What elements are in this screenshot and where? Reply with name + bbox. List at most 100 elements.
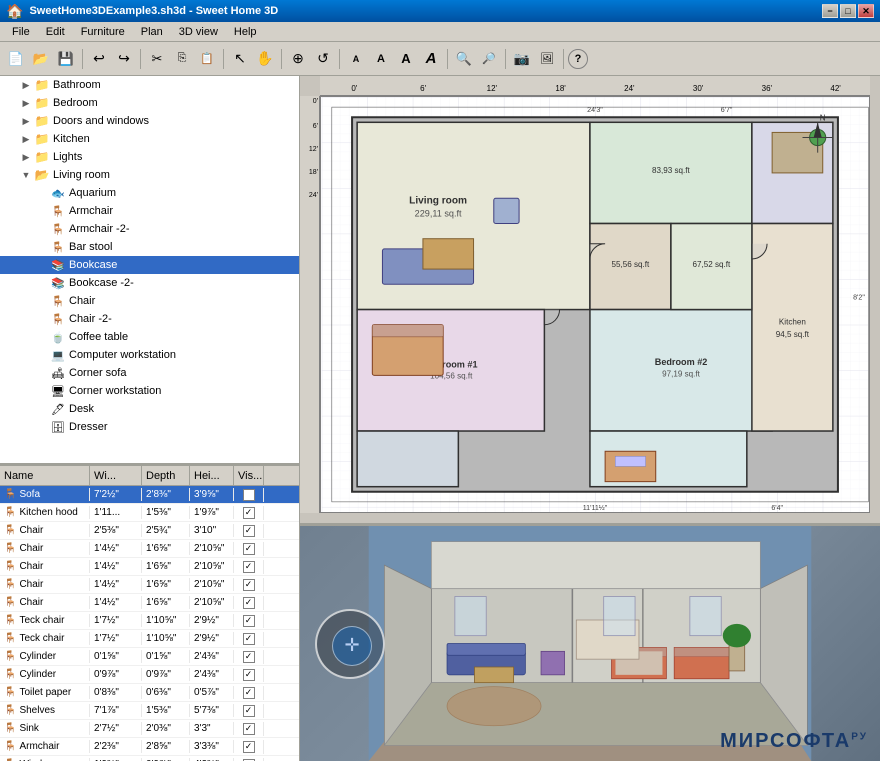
visibility-checkbox[interactable] <box>243 597 255 609</box>
view3d-area[interactable]: ✛ МИРСОФТАРУ <box>300 526 880 761</box>
tree-item-barstool[interactable]: 🪑 Bar stool <box>0 238 299 256</box>
cut-button[interactable]: ✂ <box>145 47 169 71</box>
camera-button[interactable]: 📷 <box>510 47 534 71</box>
tree-item-bookcase2[interactable]: 📚 Bookcase -2- <box>0 274 299 292</box>
visibility-checkbox[interactable] <box>243 705 255 717</box>
cell-visible[interactable] <box>234 704 264 718</box>
list-item[interactable]: 🪑 Chair 1'4½" 1'6⅝" 2'10⅝" <box>0 558 299 576</box>
tree-item-doors[interactable]: ▶ 📁 Doors and windows <box>0 112 299 130</box>
undo-button[interactable]: ↩ <box>87 47 111 71</box>
furniture-list[interactable]: Name Wi... Depth Hei... Vis... 🪑 Sofa 7'… <box>0 466 299 761</box>
menu-edit[interactable]: Edit <box>38 24 73 40</box>
col-header-visible[interactable]: Vis... <box>234 466 264 485</box>
cell-visible[interactable] <box>234 596 264 610</box>
list-item[interactable]: 🪑 Sofa 7'2½" 2'8⅜" 3'9⅝" <box>0 486 299 504</box>
open-button[interactable]: 📂 <box>29 47 53 71</box>
col-header-height[interactable]: Hei... <box>190 466 234 485</box>
cell-visible[interactable] <box>234 686 264 700</box>
text-size-xl-button[interactable]: A <box>419 47 443 71</box>
rotate-button[interactable]: ↺ <box>311 47 335 71</box>
visibility-checkbox[interactable] <box>243 615 255 627</box>
tree-item-bathroom[interactable]: ▶ 📁 Bathroom <box>0 76 299 94</box>
visibility-checkbox[interactable] <box>243 579 255 591</box>
tree-item-bedroom[interactable]: ▶ 📁 Bedroom <box>0 94 299 112</box>
list-item[interactable]: 🪑 Teck chair 1'7½" 1'10⅝" 2'9½" <box>0 630 299 648</box>
tree-item-chair2[interactable]: 🪑 Chair -2- <box>0 310 299 328</box>
cell-visible[interactable] <box>234 524 264 538</box>
tree-item-corner-ws[interactable]: 🖥 Corner workstation <box>0 382 299 400</box>
tree-item-armchair[interactable]: 🪑 Armchair <box>0 202 299 220</box>
cell-visible[interactable] <box>234 614 264 628</box>
save-button[interactable]: 💾 <box>54 47 78 71</box>
cell-visible[interactable] <box>234 488 264 502</box>
list-item[interactable]: 🪑 Window 1'9⅜" 0'9⅞" 4'2⅜" <box>0 756 299 761</box>
menu-plan[interactable]: Plan <box>133 24 171 40</box>
list-item[interactable]: 🪑 Teck chair 1'7½" 1'10⅝" 2'9½" <box>0 612 299 630</box>
visibility-checkbox[interactable] <box>243 651 255 663</box>
list-item[interactable]: 🪑 Armchair 2'2⅜" 2'8⅝" 3'3⅜" <box>0 738 299 756</box>
list-item[interactable]: 🪑 Chair 1'4½" 1'6⅝" 2'10⅝" <box>0 576 299 594</box>
cell-visible[interactable] <box>234 740 264 754</box>
list-item[interactable]: 🪑 Chair 2'5⅜" 2'5¾" 3'10" <box>0 522 299 540</box>
tree-expander-doors[interactable]: ▶ <box>18 113 34 129</box>
add-point-button[interactable]: ⊕ <box>286 47 310 71</box>
visibility-checkbox[interactable] <box>243 507 255 519</box>
text-size-s-button[interactable]: A <box>344 47 368 71</box>
tree-item-armchair2[interactable]: 🪑 Armchair -2- <box>0 220 299 238</box>
list-item[interactable]: 🪑 Kitchen hood 1'11... 1'5⅜" 1'9⅞" <box>0 504 299 522</box>
tree-item-bookcase[interactable]: 📚 Bookcase <box>0 256 299 274</box>
cell-visible[interactable] <box>234 560 264 574</box>
tree-expander-lights[interactable]: ▶ <box>18 149 34 165</box>
navigation-compass[interactable]: ✛ <box>315 609 385 679</box>
visibility-checkbox[interactable] <box>243 525 255 537</box>
tree-item-computer-ws[interactable]: 💻 Computer workstation <box>0 346 299 364</box>
tree-expander-kitchen[interactable]: ▶ <box>18 131 34 147</box>
visibility-checkbox[interactable] <box>243 741 255 753</box>
list-item[interactable]: 🪑 Shelves 7'1⅞" 1'5⅜" 5'7⅜" <box>0 702 299 720</box>
cell-visible[interactable] <box>234 668 264 682</box>
visibility-checkbox[interactable] <box>243 669 255 681</box>
visibility-checkbox[interactable] <box>243 633 255 645</box>
cell-visible[interactable] <box>234 506 264 520</box>
new-button[interactable]: 📄 <box>4 47 28 71</box>
visibility-checkbox[interactable] <box>243 723 255 735</box>
floor-plan-canvas[interactable]: Living room 229,11 sq.ft 83,93 sq.ft 55,… <box>320 96 870 513</box>
tree-expander-bedroom[interactable]: ▶ <box>18 95 34 111</box>
tree-expander-bathroom[interactable]: ▶ <box>18 77 34 93</box>
list-item[interactable]: 🪑 Cylinder 0'9⅞" 0'9⅞" 2'4⅜" <box>0 666 299 684</box>
cell-visible[interactable] <box>234 632 264 646</box>
redo-button[interactable]: ↪ <box>112 47 136 71</box>
maximize-button[interactable]: □ <box>840 4 856 18</box>
menu-furniture[interactable]: Furniture <box>73 24 133 40</box>
cell-visible[interactable] <box>234 722 264 736</box>
list-item[interactable]: 🪑 Sink 2'7½" 2'0⅜" 3'3" <box>0 720 299 738</box>
menu-3dview[interactable]: 3D view <box>171 24 226 40</box>
tree-item-dresser[interactable]: 🗄 Dresser <box>0 418 299 436</box>
cell-visible[interactable] <box>234 542 264 556</box>
select-tool-button[interactable]: ↖ <box>228 47 252 71</box>
tree-item-kitchen[interactable]: ▶ 📁 Kitchen <box>0 130 299 148</box>
menu-help[interactable]: Help <box>226 24 265 40</box>
tree-item-lights[interactable]: ▶ 📁 Lights <box>0 148 299 166</box>
tree-item-coffee-table[interactable]: 🍵 Coffee table <box>0 328 299 346</box>
paste-button[interactable]: 📋 <box>195 47 219 71</box>
col-header-name[interactable]: Name <box>0 466 90 485</box>
tree-item-aquarium[interactable]: 🐟 Aquarium <box>0 184 299 202</box>
col-header-width[interactable]: Wi... <box>90 466 142 485</box>
tree-expander-living[interactable]: ▼ <box>18 167 34 183</box>
pan-tool-button[interactable]: ✋ <box>253 47 277 71</box>
list-item[interactable]: 🪑 Chair 1'4½" 1'6⅝" 2'10⅝" <box>0 594 299 612</box>
furniture-tree[interactable]: ▶ 📁 Bathroom ▶ 📁 Bedroom ▶ 📁 Doors and w… <box>0 76 299 466</box>
col-header-depth[interactable]: Depth <box>142 466 190 485</box>
cell-visible[interactable] <box>234 758 264 761</box>
cell-visible[interactable] <box>234 650 264 664</box>
help-button[interactable]: ? <box>568 49 588 69</box>
compass-circle[interactable]: ✛ <box>315 609 385 679</box>
tree-item-desk[interactable]: 🖊 Desk <box>0 400 299 418</box>
list-item[interactable]: 🪑 Chair 1'4½" 1'6⅝" 2'10⅝" <box>0 540 299 558</box>
close-button[interactable]: ✕ <box>858 4 874 18</box>
cell-visible[interactable] <box>234 578 264 592</box>
list-item[interactable]: 🪑 Cylinder 0'1⅝" 0'1⅝" 2'4⅜" <box>0 648 299 666</box>
copy-button[interactable]: ⎘ <box>170 47 194 71</box>
text-size-l-button[interactable]: A <box>394 47 418 71</box>
